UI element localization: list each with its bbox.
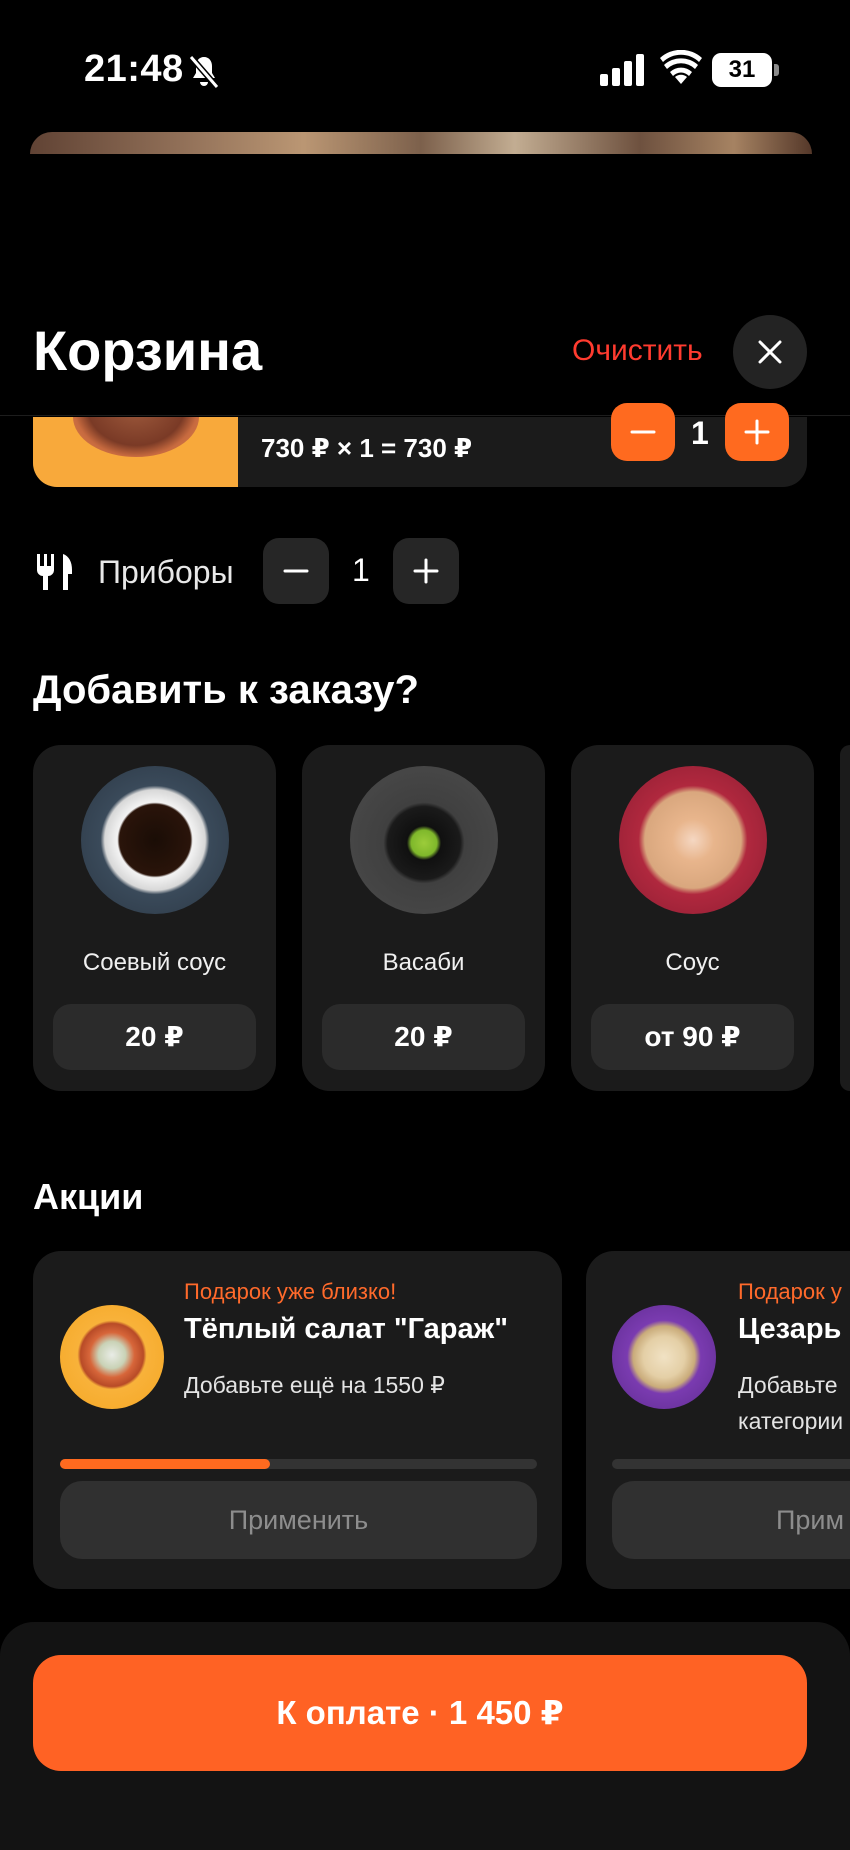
close-icon xyxy=(758,340,782,364)
cutlery-count: 1 xyxy=(352,552,370,588)
bowl-image xyxy=(73,417,199,457)
addon-price-button[interactable]: от 90 ₽ xyxy=(591,1004,794,1070)
signal-icon xyxy=(600,54,644,86)
cart-header: Корзина Очистить xyxy=(0,310,850,416)
status-bar: 21:48 31 xyxy=(0,0,850,130)
plus-icon xyxy=(744,419,770,445)
promo-title: Цезарь xyxy=(738,1313,842,1345)
promo-kicker: Подарок у xyxy=(738,1279,842,1304)
addon-name: Соевый соус xyxy=(82,949,227,976)
close-button[interactable] xyxy=(733,315,807,389)
soy-sauce-image xyxy=(81,766,229,914)
caesar-image xyxy=(612,1305,716,1409)
bell-muted-icon xyxy=(188,55,220,89)
checkout-button[interactable]: К оплате · 1 450 ₽ xyxy=(33,1655,807,1771)
minus-icon xyxy=(283,569,309,573)
addon-price-button[interactable]: 20 ₽ xyxy=(322,1004,525,1070)
background-image-strip xyxy=(30,132,812,154)
cutlery-icon xyxy=(37,554,72,590)
cutlery-label: Приборы xyxy=(98,554,234,590)
battery-tip xyxy=(774,64,779,76)
battery-icon: 31 xyxy=(712,53,779,87)
addon-card[interactable]: Соевый соус 20 ₽ xyxy=(33,745,276,1091)
addons-title: Добавить к заказу? xyxy=(33,668,419,712)
checkout-panel: К оплате · 1 450 ₽ xyxy=(0,1622,850,1850)
cart-item-price: 730 ₽ × 1 = 730 ₽ xyxy=(261,433,473,463)
addon-card[interactable]: Соус от 90 ₽ xyxy=(571,745,814,1091)
promo-card: Подарок у Цезарь Добавьте категории Прим xyxy=(586,1251,850,1589)
cart-item-image xyxy=(33,417,238,487)
clear-cart-button[interactable]: Очистить xyxy=(572,334,703,368)
wasabi-image xyxy=(350,766,498,914)
plus-icon xyxy=(413,558,439,584)
battery-level: 31 xyxy=(712,53,772,87)
decrease-cutlery-button[interactable] xyxy=(263,538,329,604)
promo-progress-bar xyxy=(612,1459,850,1469)
promo-kicker: Подарок уже близко! xyxy=(184,1279,397,1304)
promos-title: Акции xyxy=(33,1176,144,1217)
sauce-image xyxy=(619,766,767,914)
addon-card-partial[interactable] xyxy=(840,745,850,1091)
apply-promo-button[interactable]: Прим xyxy=(612,1481,850,1559)
promo-desc: Добавьте xyxy=(738,1372,838,1398)
increase-cutlery-button[interactable] xyxy=(393,538,459,604)
promo-progress-bar xyxy=(60,1459,537,1469)
promo-progress-fill xyxy=(60,1459,270,1469)
addon-card[interactable]: Васаби 20 ₽ xyxy=(302,745,545,1091)
promo-desc: Добавьте ещё на 1550 ₽ xyxy=(184,1372,445,1398)
wifi-icon xyxy=(660,50,702,84)
addon-price-button[interactable]: 20 ₽ xyxy=(53,1004,256,1070)
decrease-item-button[interactable] xyxy=(611,403,675,461)
apply-promo-button[interactable]: Применить xyxy=(60,1481,537,1559)
addon-name: Васаби xyxy=(382,949,465,976)
promo-title: Тёплый салат "Гараж" xyxy=(184,1313,508,1345)
page-title: Корзина xyxy=(33,319,263,382)
increase-item-button[interactable] xyxy=(725,403,789,461)
status-time: 21:48 xyxy=(84,48,184,90)
salad-image xyxy=(60,1305,164,1409)
promo-desc-line2: категории xyxy=(738,1408,844,1434)
item-quantity: 1 xyxy=(691,415,709,451)
addon-name: Соус xyxy=(665,949,720,976)
minus-icon xyxy=(630,430,656,434)
promo-card: Подарок уже близко! Тёплый салат "Гараж"… xyxy=(33,1251,562,1589)
